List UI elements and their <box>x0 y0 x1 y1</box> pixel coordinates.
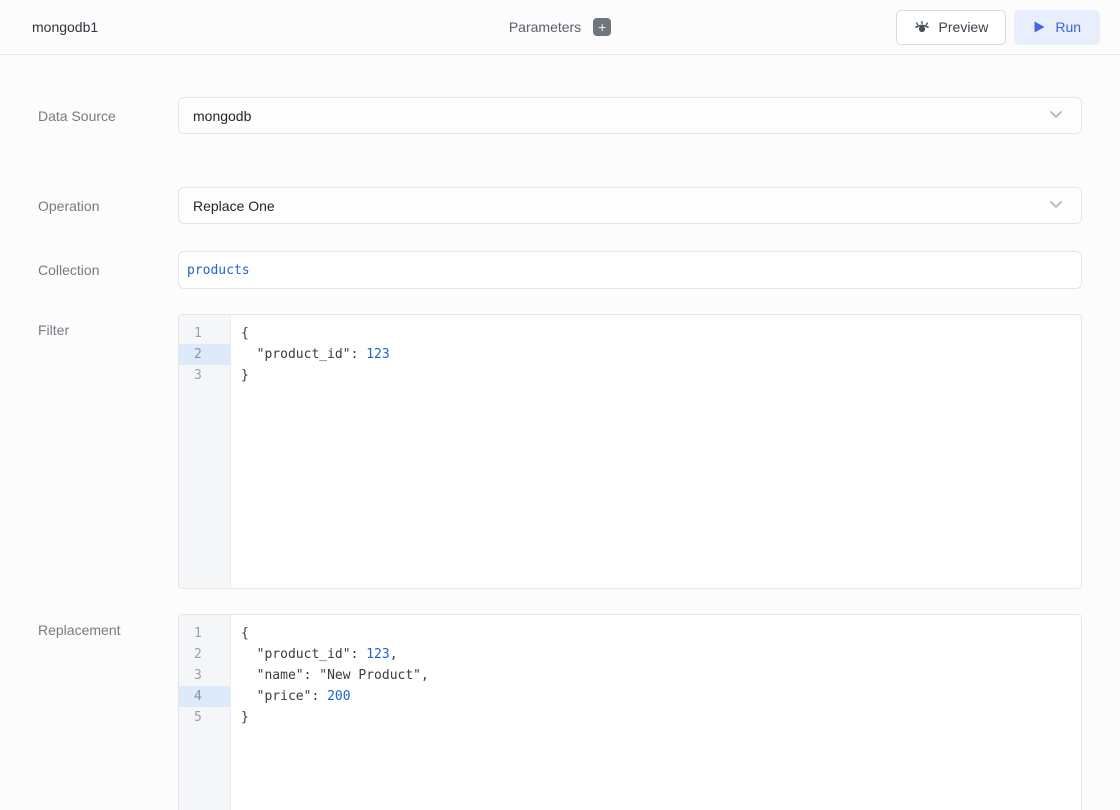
topbar-left: mongodb1 <box>20 19 509 35</box>
editor-code[interactable]: { "product_id": 123} <box>231 315 1081 588</box>
code-line[interactable]: "price": 200 <box>231 686 1081 707</box>
code-line[interactable]: { <box>231 323 1081 344</box>
code-line[interactable]: "product_id": 123 <box>231 344 1081 365</box>
eye-icon <box>914 19 930 35</box>
query-editor-form: Data Source mongodb Operation Replace On… <box>0 55 1120 810</box>
topbar: mongodb1 Parameters + Preview <box>0 0 1120 55</box>
add-parameter-button[interactable]: + <box>593 18 611 36</box>
data-source-select[interactable]: mongodb <box>178 97 1082 134</box>
operation-row: Operation Replace One <box>38 187 1082 224</box>
code-line[interactable]: "name": "New Product", <box>231 665 1081 686</box>
filter-editor[interactable]: 123 { "product_id": 123} <box>178 314 1082 589</box>
code-line[interactable]: "product_id": 123, <box>231 644 1081 665</box>
plus-icon: + <box>598 19 606 35</box>
preview-button[interactable]: Preview <box>896 10 1007 45</box>
collection-label: Collection <box>38 262 178 278</box>
collection-input[interactable]: products <box>178 251 1082 289</box>
replacement-label: Replacement <box>38 614 178 638</box>
preview-button-label: Preview <box>939 19 989 35</box>
line-number: 3 <box>179 365 230 386</box>
run-button[interactable]: Run <box>1014 10 1100 45</box>
filter-label: Filter <box>38 314 178 338</box>
parameters-label: Parameters <box>509 19 581 35</box>
operation-value: Replace One <box>193 198 275 214</box>
line-number: 3 <box>179 665 230 686</box>
operation-select[interactable]: Replace One <box>178 187 1082 224</box>
code-line[interactable]: { <box>231 623 1081 644</box>
code-line[interactable]: } <box>231 365 1081 386</box>
parameters-group: Parameters + <box>509 18 611 36</box>
filter-row: Filter 123 { "product_id": 123} <box>38 314 1082 589</box>
line-number: 2 <box>179 644 230 665</box>
collection-value: products <box>187 263 250 278</box>
chevron-down-icon <box>1047 105 1065 126</box>
replacement-row: Replacement 12345 { "product_id": 123, "… <box>38 614 1082 810</box>
line-number: 5 <box>179 707 230 728</box>
editor-gutter: 123 <box>179 315 231 588</box>
collection-row: Collection products <box>38 251 1082 289</box>
data-source-value: mongodb <box>193 108 251 124</box>
run-button-label: Run <box>1055 19 1081 35</box>
line-number: 1 <box>179 323 230 344</box>
code-line[interactable]: } <box>231 707 1081 728</box>
line-number: 2 <box>179 344 230 365</box>
query-title: mongodb1 <box>32 19 98 35</box>
data-source-row: Data Source mongodb <box>38 97 1082 134</box>
line-number: 4 <box>179 686 230 707</box>
editor-code[interactable]: { "product_id": 123, "name": "New Produc… <box>231 615 1081 810</box>
topbar-actions: Preview Run <box>611 10 1100 45</box>
line-number: 1 <box>179 623 230 644</box>
data-source-label: Data Source <box>38 108 178 124</box>
operation-label: Operation <box>38 198 178 214</box>
play-icon <box>1033 20 1046 34</box>
replacement-editor[interactable]: 12345 { "product_id": 123, "name": "New … <box>178 614 1082 810</box>
chevron-down-icon <box>1047 195 1065 216</box>
editor-gutter: 12345 <box>179 615 231 810</box>
